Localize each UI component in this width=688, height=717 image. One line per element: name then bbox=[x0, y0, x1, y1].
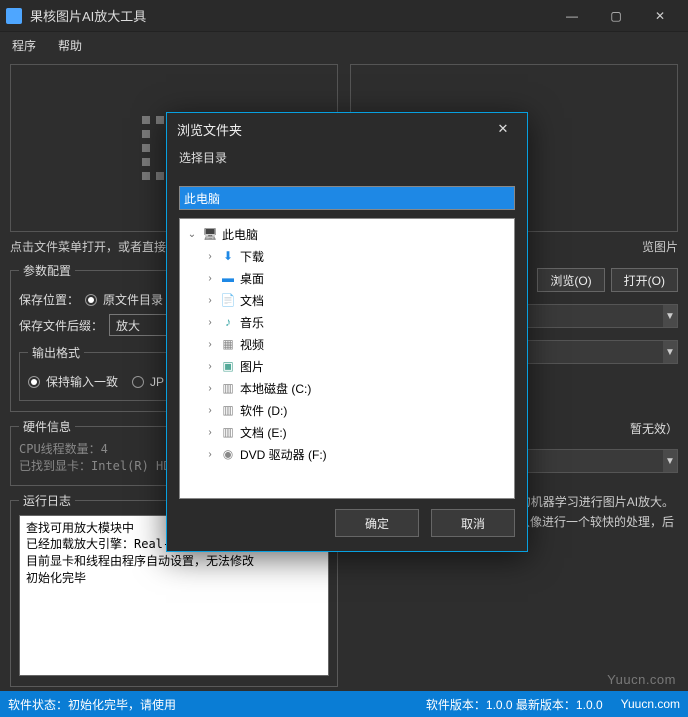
dialog-close-button[interactable]: ✕ bbox=[489, 117, 517, 141]
tree-item-label: 图片 bbox=[240, 358, 264, 375]
tree-item[interactable]: › 📄文档 bbox=[180, 289, 514, 311]
tree-item[interactable]: › ▥文档 (E:) bbox=[180, 421, 514, 443]
tree-item-label: 视频 bbox=[240, 336, 264, 353]
tree-item[interactable]: › ▥本地磁盘 (C:) bbox=[180, 377, 514, 399]
tree-item-label: 本地磁盘 (C:) bbox=[240, 380, 311, 397]
dialog-title: 浏览文件夹 bbox=[177, 120, 242, 139]
path-input[interactable] bbox=[180, 187, 514, 209]
tree-item[interactable]: › ◉DVD 驱动器 (F:) bbox=[180, 443, 514, 465]
expand-toggle[interactable]: › bbox=[204, 339, 216, 350]
tree-item-label: 桌面 bbox=[240, 270, 264, 287]
expand-toggle[interactable]: › bbox=[204, 251, 216, 262]
folder-icon: 📄 bbox=[220, 292, 236, 308]
dialog-cancel-button[interactable]: 取消 bbox=[431, 509, 515, 537]
expand-toggle[interactable]: › bbox=[204, 317, 216, 328]
browse-folder-dialog: 浏览文件夹 ✕ 选择目录 ⌄ 🖥 此电脑 › ⬇下载 › ▬桌面 › 📄文档 › ♪音乐 › ▦视… bbox=[166, 112, 528, 552]
expand-toggle[interactable]: ⌄ bbox=[186, 229, 198, 240]
tree-item[interactable]: › ▬桌面 bbox=[180, 267, 514, 289]
expand-toggle[interactable]: › bbox=[204, 295, 216, 306]
pc-icon: 🖥 bbox=[202, 226, 218, 242]
dialog-backdrop: 浏览文件夹 ✕ 选择目录 ⌄ 🖥 此电脑 › ⬇下载 › ▬桌面 › 📄文档 › ♪音乐 › ▦视… bbox=[0, 0, 688, 717]
tree-item-label: 音乐 bbox=[240, 314, 264, 331]
folder-tree[interactable]: ⌄ 🖥 此电脑 ›⬇下载›▬桌面›📄文档›♪音乐›▦视频›▣图片›▥本地磁盘 (… bbox=[179, 218, 515, 499]
dialog-ok-button[interactable]: 确定 bbox=[335, 509, 419, 537]
folder-icon: ▦ bbox=[220, 336, 236, 352]
tree-item[interactable]: › ⬇下载 bbox=[180, 245, 514, 267]
expand-toggle[interactable]: › bbox=[204, 273, 216, 284]
folder-icon: ▣ bbox=[220, 358, 236, 374]
tree-item-label: 文档 (E:) bbox=[240, 424, 287, 441]
tree-item-label: 下载 bbox=[240, 248, 264, 265]
tree-root-label: 此电脑 bbox=[222, 226, 258, 243]
tree-item-label: DVD 驱动器 (F:) bbox=[240, 446, 327, 463]
folder-icon: ▥ bbox=[220, 402, 236, 418]
folder-icon: ▬ bbox=[220, 270, 236, 286]
tree-item[interactable]: › ♪音乐 bbox=[180, 311, 514, 333]
tree-item[interactable]: › ▥软件 (D:) bbox=[180, 399, 514, 421]
expand-toggle[interactable]: › bbox=[204, 427, 216, 438]
expand-toggle[interactable]: › bbox=[204, 405, 216, 416]
dialog-label: 选择目录 bbox=[179, 149, 515, 166]
folder-icon: ▥ bbox=[220, 424, 236, 440]
tree-item[interactable]: › ▦视频 bbox=[180, 333, 514, 355]
folder-icon: ▥ bbox=[220, 380, 236, 396]
folder-icon: ◉ bbox=[220, 446, 236, 462]
tree-item-label: 文档 bbox=[240, 292, 264, 309]
folder-icon: ⬇ bbox=[220, 248, 236, 264]
folder-icon: ♪ bbox=[220, 314, 236, 330]
expand-toggle[interactable]: › bbox=[204, 383, 216, 394]
expand-toggle[interactable]: › bbox=[204, 361, 216, 372]
dialog-titlebar: 浏览文件夹 ✕ bbox=[167, 113, 527, 145]
tree-root[interactable]: ⌄ 🖥 此电脑 bbox=[180, 223, 514, 245]
tree-item[interactable]: › ▣图片 bbox=[180, 355, 514, 377]
tree-item-label: 软件 (D:) bbox=[240, 402, 287, 419]
expand-toggle[interactable]: › bbox=[204, 449, 216, 460]
path-input-wrap bbox=[179, 186, 515, 210]
